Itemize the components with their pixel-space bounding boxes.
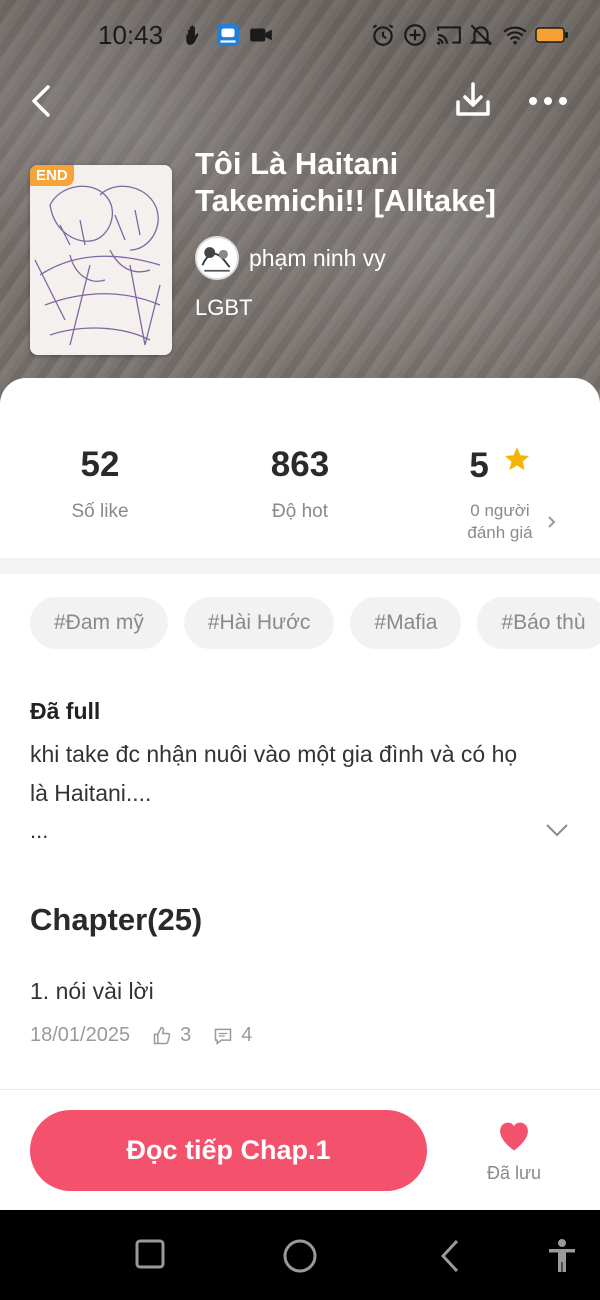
book-cover[interactable]: END [30, 165, 172, 355]
section-divider [0, 558, 600, 574]
avatar [195, 236, 239, 280]
tag-chip[interactable]: #Báo thù [477, 597, 600, 649]
chapter-comments: 4 [213, 1024, 252, 1047]
bell-off-icon [468, 22, 494, 48]
chapter-item-title[interactable]: 1. nói vài lời [30, 978, 154, 1005]
description-text: khi take đc nhận nuôi vào một gia đình v… [30, 741, 518, 806]
accessibility-icon [549, 1239, 575, 1272]
hot-value: 863 [270, 445, 330, 484]
recents-button[interactable] [134, 1238, 166, 1275]
chevron-down-icon[interactable] [545, 823, 569, 837]
video-icon [248, 22, 274, 48]
description-title: Đã full [30, 698, 101, 724]
cover-illustration [30, 165, 172, 355]
circle-icon [283, 1239, 317, 1273]
tag-chip[interactable]: #Đam mỹ [30, 597, 168, 649]
status-time: 10:43 [98, 20, 164, 50]
chapter-date: 18/01/2025 [30, 1024, 131, 1046]
alarm-icon [370, 22, 396, 48]
comment-icon [214, 1028, 232, 1045]
tag-chip[interactable]: #Mafia [350, 597, 462, 649]
saved-button[interactable]: Đã lưu [478, 1118, 550, 1184]
tag-chip[interactable]: #Hài Hước [183, 597, 335, 649]
download-button[interactable] [454, 80, 492, 120]
chapter-heading: Chapter(25) [30, 902, 203, 937]
system-navigation-bar [0, 1210, 600, 1300]
description-ellipsis: ... [30, 818, 49, 843]
book-title: Tôi Là Haitani Takemichi!! [Alltake] [195, 146, 496, 218]
rating-value-row: 5 [400, 445, 600, 486]
author-row[interactable]: phạm ninh vy [195, 236, 386, 280]
system-back-button[interactable] [438, 1238, 462, 1279]
likes-label: Số like [71, 501, 129, 522]
bottom-bar-divider [0, 1089, 600, 1090]
star-icon [504, 447, 529, 470]
end-badge: END [30, 165, 74, 186]
download-icon [456, 82, 490, 116]
more-button[interactable] [528, 94, 568, 108]
chapter-comments-count: 4 [241, 1024, 253, 1046]
tag-list: #Đam mỹ #Hài Hước #Mafia #Báo thù [30, 597, 600, 649]
chevron-right-icon [548, 516, 556, 528]
continue-reading-button[interactable]: Đọc tiếp Chap.1 [30, 1110, 427, 1191]
cast-icon [436, 22, 462, 48]
hand-icon [182, 22, 208, 48]
wifi-icon [502, 22, 528, 48]
rating-stat[interactable]: 5 0 người đánh giá [400, 445, 600, 544]
saved-label: Đã lưu [486, 1163, 542, 1183]
app-badge-icon [215, 22, 241, 48]
home-button[interactable] [282, 1238, 318, 1279]
triangle-back-icon [440, 1239, 459, 1273]
rating-label-line2: đánh giá [467, 523, 533, 542]
hot-label: Độ hot [272, 501, 328, 522]
chapter-item-meta: 18/01/2025 3 4 [30, 1024, 252, 1047]
hot-stat: 863 Độ hot [200, 445, 400, 523]
rating-count-label: 0 người đánh giá [400, 500, 600, 544]
battery-icon [535, 22, 569, 48]
status-bar: 10:43 [0, 0, 600, 70]
chapter-likes-count: 3 [180, 1024, 192, 1046]
rating-label-line1: 0 người [470, 501, 530, 520]
thumbs-up-icon [153, 1026, 171, 1044]
plus-circle-icon [402, 22, 428, 48]
chevron-left-icon [32, 85, 50, 117]
square-icon [135, 1239, 165, 1269]
likes-value: 52 [80, 445, 120, 484]
chapter-likes: 3 [152, 1024, 191, 1047]
author-name: phạm ninh vy [249, 244, 386, 271]
category-label[interactable]: LGBT [195, 295, 252, 321]
back-button[interactable] [28, 84, 56, 118]
more-horizontal-icon [529, 97, 567, 105]
heart-icon [500, 1122, 528, 1151]
likes-stat: 52 Số like [0, 445, 200, 523]
rating-value: 5 [469, 446, 489, 485]
accessibility-button[interactable] [546, 1238, 578, 1279]
